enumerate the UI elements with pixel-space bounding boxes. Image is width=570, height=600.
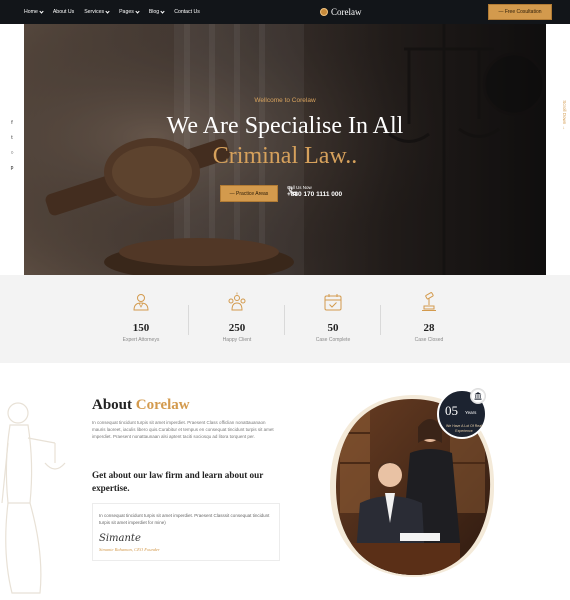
- about-title-text: About: [92, 397, 136, 413]
- nav-item-label: Services: [84, 9, 105, 15]
- stat-label: Expert Attorneys: [122, 337, 160, 343]
- stat-label: Case Complete: [315, 337, 351, 343]
- call-us-block[interactable]: Call Us Now +880 170 1111 000: [287, 185, 342, 198]
- about-subtitle: Get about our law firm and learn about o…: [92, 470, 264, 493]
- nav-item-label: About Us: [52, 9, 75, 15]
- courthouse-icon: [470, 388, 486, 404]
- justice-statue-illustration: [1, 402, 66, 594]
- about-title-accent: Corelaw: [135, 397, 190, 413]
- hero-title-accent: Criminal Law..: [212, 143, 358, 169]
- phone-icon: [288, 186, 298, 196]
- brand-logo[interactable]: Corelaw: [320, 0, 362, 24]
- stat-case-complete: 50 Case Complete: [285, 275, 381, 363]
- hero-welcome-text: Wellcome to Corelaw: [254, 97, 316, 104]
- nav-item-pages[interactable]: Pages: [119, 8, 140, 15]
- hero-title: We Are Specialise In All: [166, 113, 404, 139]
- stat-value: 150: [132, 322, 150, 334]
- chevron-down-icon: [135, 8, 140, 14]
- instagram-icon[interactable]: ○: [9, 150, 15, 156]
- stat-happy-client: 250 Happy Client: [189, 275, 285, 363]
- hero-content: Wellcome to Corelaw We Are Specialise In…: [24, 24, 546, 275]
- practice-areas-button[interactable]: — Practice Areas: [220, 185, 278, 202]
- nav-item-blog[interactable]: Blog: [148, 8, 165, 15]
- stat-label: Case Closed: [414, 337, 444, 343]
- stat-value: 50: [327, 322, 339, 334]
- nav-item-label: Contact Us: [174, 9, 200, 15]
- twitter-icon[interactable]: t: [9, 135, 15, 141]
- ceo-quote-box: In consequat tincidunt turpis sit amet i…: [92, 503, 280, 561]
- stat-value: 250: [228, 322, 246, 334]
- scroll-down-link[interactable]: Scroll Down →: [562, 100, 567, 130]
- stat-case-closed: 28 Case Closed: [381, 275, 477, 363]
- gavel-icon: [422, 292, 436, 311]
- brand-name: Corelaw: [331, 7, 362, 17]
- nav-item-home[interactable]: Home: [24, 8, 44, 15]
- about-title: About Corelaw: [92, 397, 190, 414]
- facebook-icon[interactable]: f: [9, 120, 15, 126]
- stat-expert-attorneys: 150 Expert Attorneys: [93, 275, 189, 363]
- free-consultation-button[interactable]: — Free Cosultation: [488, 4, 552, 20]
- stat-value: 28: [423, 322, 435, 334]
- happy-client-icon: [228, 292, 246, 311]
- page: Home About Us Services Pages Blog Contac…: [0, 0, 570, 600]
- chevron-down-icon: [39, 8, 44, 14]
- years-word: Years: [465, 410, 477, 415]
- signature: Simante: [99, 533, 141, 544]
- attorney-icon: [133, 294, 149, 311]
- social-links: f t ○ p: [9, 120, 15, 171]
- quote-text: In consequat tincidunt turpis sit amet i…: [99, 513, 270, 525]
- logo-icon: [320, 8, 328, 16]
- nav-item-label: Home: [24, 9, 38, 15]
- chevron-down-icon: [160, 8, 165, 14]
- hero-section: Wellcome to Corelaw We Are Specialise In…: [24, 24, 546, 275]
- nav-item-label: Pages: [119, 9, 134, 15]
- pinterest-icon[interactable]: p: [9, 165, 15, 171]
- years-number: 05: [445, 403, 458, 418]
- calendar-check-icon: [324, 294, 342, 311]
- nav-item-services[interactable]: Services: [84, 8, 110, 15]
- top-navbar: Home About Us Services Pages Blog Contac…: [0, 0, 570, 24]
- stat-label: Happy Client: [222, 337, 252, 343]
- nav-item-label: Blog: [148, 9, 160, 15]
- about-paragraph: In consequat tincidunt turpis sit amet i…: [92, 420, 274, 440]
- stats-section: 150 Expert Attorneys 250 Happy Client 50…: [0, 275, 570, 363]
- chevron-down-icon: [105, 8, 110, 14]
- years-text: We Have A Lot Of Real Experience: [446, 424, 482, 433]
- nav-item-contact-us[interactable]: Contact Us: [174, 9, 200, 15]
- signer-name: Simante Rahaman, CEO Founder: [99, 547, 160, 552]
- nav-item-about-us[interactable]: About Us: [53, 9, 74, 15]
- main-nav: Home About Us Services Pages Blog Contac…: [0, 8, 200, 15]
